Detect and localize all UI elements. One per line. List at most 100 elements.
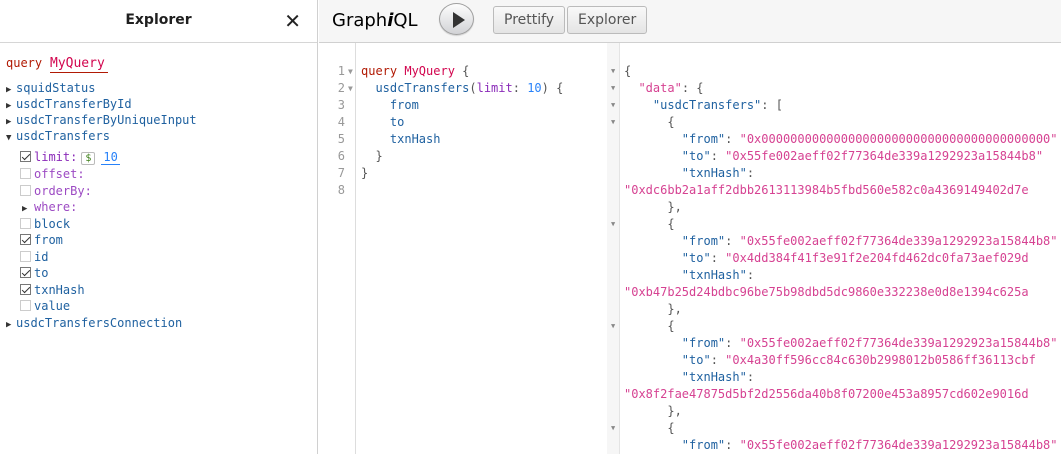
code-line-6: } — [375, 149, 383, 163]
graphiql-logo: GraphiQL — [332, 10, 418, 31]
json-line: "txnHash": — [681, 370, 755, 384]
code-line-2: usdcTransfers(limit: 10) { — [375, 81, 564, 95]
fold-arrow-icon[interactable]: ▼ — [611, 97, 615, 114]
json-line: "txnHash": — [681, 268, 755, 282]
fold-arrow-icon[interactable]: ▼ — [611, 318, 615, 335]
to-checkbox[interactable] — [20, 267, 31, 278]
tree-item-usdcTransfers[interactable]: ▼ usdcTransfers — [6, 128, 110, 144]
field-label: to — [34, 266, 49, 280]
code-line-7: } — [361, 166, 369, 180]
field-label: id — [34, 250, 49, 264]
json-line: "from": "0x55fe002aeff02f77364de339a1292… — [681, 438, 1058, 452]
explorer-panel: Explorer ✕ query ▶squidStatus ▶usdcTrans… — [0, 0, 318, 454]
id-checkbox[interactable] — [20, 251, 31, 262]
line-number: 7 — [337, 166, 345, 180]
field-to[interactable]: to — [20, 265, 48, 281]
field-label: value — [34, 299, 71, 313]
fold-arrow-icon[interactable]: ▼ — [611, 63, 615, 80]
arg-orderBy[interactable]: orderBy: — [20, 183, 92, 199]
query-keyword: query — [6, 56, 43, 70]
tree-item-usdcTransfersConnection[interactable]: ▶ usdcTransfersConnection — [6, 315, 182, 331]
json-line: "data": { — [638, 81, 704, 95]
offset-checkbox[interactable] — [20, 168, 31, 179]
from-checkbox[interactable] — [20, 234, 31, 245]
fold-arrow-icon[interactable]: ▼ — [348, 63, 353, 80]
explorer-header: Explorer ✕ — [0, 0, 317, 43]
prettify-button[interactable]: Prettify — [493, 6, 566, 34]
orderBy-checkbox[interactable] — [20, 185, 31, 196]
result-pane[interactable]: ▼ ▼ ▼ ▼ ▼ ▼ ▼ { "data": { "usdcTransfers… — [607, 43, 1061, 454]
run-button[interactable] — [439, 3, 474, 35]
line-number: 3 — [337, 98, 345, 112]
query-editor[interactable]: 1 2 3 4 5 6 7 8 ▼ ▼ query MyQuery { usdc… — [319, 43, 607, 454]
json-line: { — [667, 319, 675, 333]
json-line: "usdcTransfers": [ — [652, 98, 783, 112]
arg-where[interactable]: ▶ where: — [20, 199, 77, 215]
fold-arrow-icon[interactable]: ▼ — [611, 114, 615, 131]
block-checkbox[interactable] — [20, 218, 31, 229]
json-line: "from": "0x00000000000000000000000000000… — [681, 132, 1058, 146]
arg-label: offset: — [34, 167, 85, 181]
caret-right-icon: ▶ — [22, 204, 28, 214]
json-line: "0x8f2fae47875d5bf2d2556da40b8f07200e453… — [624, 387, 1029, 401]
result-gutter: ▼ ▼ ▼ ▼ ▼ ▼ ▼ — [607, 43, 620, 454]
variable-toggle-icon[interactable]: $ — [81, 152, 96, 165]
json-line: "0xdc6bb2a1aff2dbb2613113984b5fbd560e582… — [624, 183, 1029, 197]
json-line: { — [667, 115, 675, 129]
field-label: from — [34, 233, 63, 247]
tree-item-usdcTransferByUniqueInput[interactable]: ▶ usdcTransferByUniqueInput — [6, 112, 197, 128]
line-number: 5 — [337, 132, 345, 146]
close-icon[interactable]: ✕ — [284, 9, 301, 33]
json-line: }, — [667, 200, 682, 214]
line-number: 2 — [337, 81, 345, 95]
json-line: { — [667, 421, 675, 435]
fold-arrow-icon[interactable]: ▼ — [348, 80, 353, 97]
query-name-input[interactable] — [50, 55, 108, 73]
json-line: { — [624, 64, 632, 78]
field-txnHash[interactable]: txnHash — [20, 282, 85, 298]
value-checkbox[interactable] — [20, 300, 31, 311]
json-line: }, — [667, 302, 682, 316]
json-line: "to": "0x4dd384f41f3e91f2e204fd462dc0fa7… — [681, 251, 1029, 265]
json-line: { — [667, 217, 675, 231]
code-line-1: query MyQuery { — [361, 64, 470, 78]
json-line: "from": "0x55fe002aeff02f77364de339a1292… — [681, 234, 1058, 248]
line-number: 4 — [337, 115, 345, 129]
tree-item-label: squidStatus — [16, 81, 96, 95]
json-line: "to": "0x55fe002aeff02f77364de339a129292… — [681, 149, 1044, 163]
field-value[interactable]: value — [20, 298, 70, 314]
query-name-row: query — [6, 55, 108, 76]
arg-label: orderBy: — [34, 184, 92, 198]
field-from[interactable]: from — [20, 232, 63, 248]
code-line-4: to — [389, 115, 405, 129]
tree-item-label: usdcTransferById — [16, 97, 132, 111]
line-gutter: 1 2 3 4 5 6 7 8 ▼ ▼ — [319, 43, 356, 454]
txnHash-checkbox[interactable] — [20, 284, 31, 295]
arg-label: where: — [34, 200, 78, 214]
arg-limit[interactable]: limit: $10 — [20, 149, 120, 165]
toolbar: GraphiQL Prettify Explorer — [319, 0, 1061, 43]
arg-label: limit: — [34, 150, 78, 164]
field-block[interactable]: block — [20, 216, 70, 232]
explorer-title: Explorer — [125, 12, 192, 28]
field-label: txnHash — [34, 283, 85, 297]
line-number: 1 — [337, 64, 345, 78]
line-number: 8 — [337, 183, 345, 197]
line-number: 6 — [337, 149, 345, 163]
fold-arrow-icon[interactable]: ▼ — [611, 80, 615, 97]
arg-offset[interactable]: offset: — [20, 166, 85, 182]
limit-value-input[interactable]: 10 — [101, 150, 120, 165]
field-label: block — [34, 217, 71, 231]
field-id[interactable]: id — [20, 249, 48, 265]
json-line: "txnHash": — [681, 166, 755, 180]
tree-item-squidStatus[interactable]: ▶ squidStatus — [6, 80, 95, 96]
caret-right-icon: ▶ — [6, 320, 12, 330]
limit-checkbox[interactable] — [20, 151, 31, 162]
fold-arrow-icon[interactable]: ▼ — [611, 216, 615, 233]
tree-item-usdcTransferById[interactable]: ▶ usdcTransferById — [6, 96, 132, 112]
code-line-5: txnHash — [389, 132, 441, 146]
fold-arrow-icon[interactable]: ▼ — [611, 420, 615, 437]
json-line: }, — [667, 404, 682, 418]
json-line: "from": "0x55fe002aeff02f77364de339a1292… — [681, 336, 1058, 350]
explorer-toggle-button[interactable]: Explorer — [567, 6, 648, 34]
